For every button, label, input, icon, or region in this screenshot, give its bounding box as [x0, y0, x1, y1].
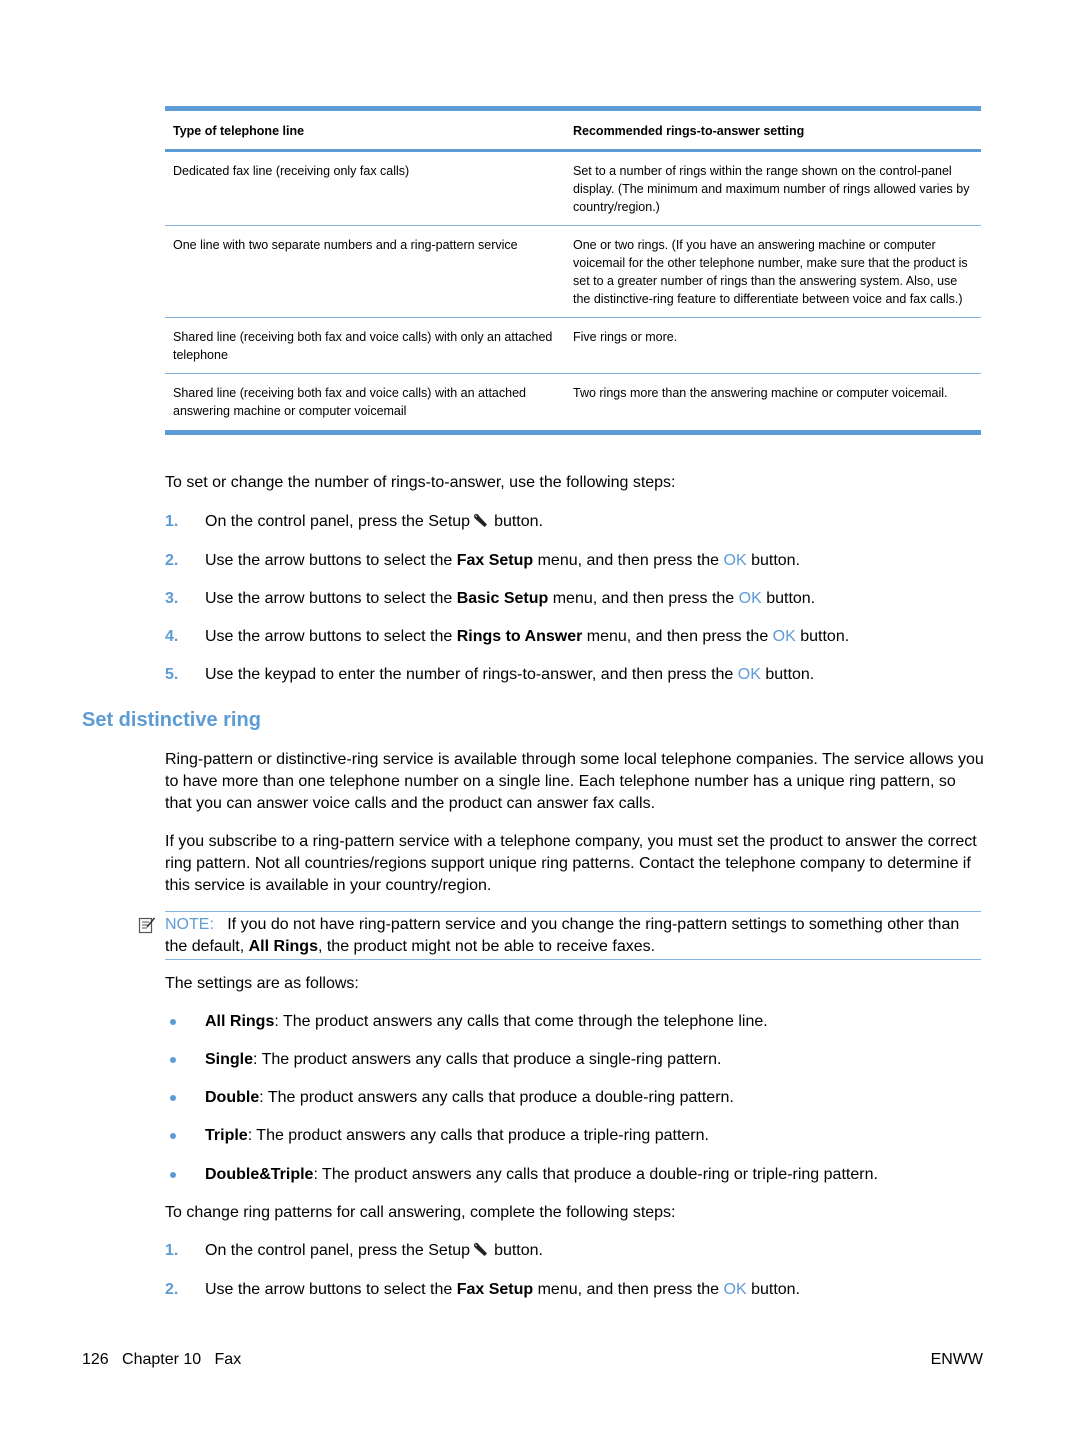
ok-label: OK: [738, 590, 762, 607]
bullet-icon: [165, 1087, 205, 1109]
footer-page-chapter: 126 Chapter 10 Fax: [82, 1351, 242, 1368]
rings-step: 4. Use the arrow buttons to select the R…: [165, 626, 985, 648]
setting-name: Double&Triple: [205, 1166, 314, 1183]
setting-desc: : The product answers any calls that pro…: [253, 1051, 722, 1068]
step-number: 2.: [165, 1281, 179, 1298]
menu-name: Rings to Answer: [456, 628, 583, 645]
table-header: Type of telephone line Recommended rings…: [165, 111, 981, 152]
ok-label: OK: [723, 1281, 747, 1298]
settings-intro: The settings are as follows:: [165, 975, 359, 992]
step-text-end: button.: [494, 513, 543, 530]
list-item: Single: The product answers any calls th…: [165, 1049, 985, 1071]
pattern-step: 1. On the control panel, press the Setup…: [165, 1240, 985, 1262]
step-text: Use the arrow buttons to select the: [205, 628, 457, 645]
section-title: Set distinctive ring: [82, 709, 261, 731]
step-text: button.: [746, 1281, 800, 1298]
menu-name: Fax Setup: [456, 1281, 534, 1298]
setting-desc: : The product answers any calls that com…: [274, 1013, 768, 1030]
step-text: button.: [795, 628, 850, 645]
step-number: 1.: [165, 1242, 179, 1259]
ok-label: OK: [772, 628, 796, 645]
setting-name: Triple: [205, 1127, 248, 1144]
cell-line-type: Dedicated fax line (receiving only fax c…: [173, 164, 410, 178]
step-number: 1.: [165, 513, 179, 530]
table-row: Shared line (receiving both fax and voic…: [165, 318, 981, 374]
step-text: On the control panel, press the Setup: [205, 1242, 471, 1259]
note-box: NOTE: If you do not have ring-pattern se…: [135, 911, 981, 960]
list-item: Double: The product answers any calls th…: [165, 1087, 985, 1109]
step-text: button.: [760, 666, 815, 683]
note-icon: [138, 917, 156, 934]
setting-name: Double: [205, 1089, 260, 1106]
step-text: menu, and then press the: [582, 628, 773, 645]
cell-setting: Set to a number of rings within the rang…: [573, 164, 970, 214]
wrench-icon: [474, 513, 488, 527]
pattern-step: 2. Use the arrow buttons to select the F…: [165, 1279, 985, 1301]
cell-setting: Five rings or more.: [573, 330, 678, 344]
step-text: Use the arrow buttons to select the: [205, 1281, 457, 1298]
step-text: button.: [746, 552, 800, 569]
menu-name: Fax Setup: [456, 552, 534, 569]
cell-setting: One or two rings. (If you have an answer…: [573, 238, 968, 306]
note-text: NOTE: If you do not have ring-pattern se…: [165, 911, 981, 960]
table-row: One line with two separate numbers and a…: [165, 226, 981, 318]
step-text: Use the keypad to enter the number of ri…: [205, 666, 738, 683]
step-number: 3.: [165, 590, 179, 607]
section-paragraph: Ring-pattern or distinctive-ring service…: [165, 751, 984, 812]
rings-step: 1. On the control panel, press the Setup…: [165, 511, 985, 533]
rings-step: 3. Use the arrow buttons to select the B…: [165, 588, 985, 610]
rings-step: 5. Use the keypad to enter the number of…: [165, 664, 985, 686]
cell-line-type: Shared line (receiving both fax and voic…: [173, 330, 553, 362]
ok-label: OK: [723, 552, 747, 569]
step-text: On the control panel, press the Setup: [205, 513, 471, 530]
step-text: menu, and then press the: [548, 590, 739, 607]
step-text: Use the arrow buttons to select the: [205, 552, 457, 569]
list-item: Triple: The product answers any calls th…: [165, 1125, 985, 1147]
step-text: menu, and then press the: [533, 1281, 724, 1298]
list-item: Double&Triple: The product answers any c…: [165, 1164, 985, 1186]
rings-table: Type of telephone line Recommended rings…: [165, 106, 981, 435]
header-line-type: Type of telephone line: [173, 124, 305, 138]
table-row: Dedicated fax line (receiving only fax c…: [165, 152, 981, 226]
setting-desc: : The product answers any calls that pro…: [259, 1089, 734, 1106]
section-paragraph: If you subscribe to a ring-pattern servi…: [165, 833, 977, 894]
step-text: button.: [761, 590, 816, 607]
step-text-end: button.: [494, 1242, 543, 1259]
step-number: 4.: [165, 628, 179, 645]
table-row: Shared line (receiving both fax and voic…: [165, 374, 981, 435]
setting-name: All Rings: [205, 1013, 275, 1030]
rings-intro: To set or change the number of rings-to-…: [165, 474, 676, 491]
bullet-icon: [165, 1011, 205, 1033]
setting-name: Single: [205, 1051, 254, 1068]
list-item: All Rings: The product answers any calls…: [165, 1011, 985, 1033]
step-text: Use the arrow buttons to select the: [205, 590, 457, 607]
note-label: NOTE:: [165, 916, 214, 933]
note-body-end: , the product might not be able to recei…: [317, 938, 656, 955]
header-setting: Recommended rings-to-answer setting: [573, 124, 805, 138]
bullet-icon: [165, 1164, 205, 1186]
setting-desc: : The product answers any calls that pro…: [247, 1127, 709, 1144]
bullet-icon: [165, 1125, 205, 1147]
footer-locale: ENWW: [930, 1351, 983, 1368]
step-number: 5.: [165, 666, 179, 683]
wrench-icon: [474, 1242, 488, 1256]
bullet-icon: [165, 1049, 205, 1071]
ok-label: OK: [737, 666, 761, 683]
cell-setting: Two rings more than the answering machin…: [573, 386, 948, 400]
step-number: 2.: [165, 552, 179, 569]
pattern-intro: To change ring patterns for call answeri…: [165, 1204, 676, 1221]
menu-name: Basic Setup: [456, 590, 549, 607]
setting-desc: : The product answers any calls that pro…: [313, 1166, 878, 1183]
rings-step: 2. Use the arrow buttons to select the F…: [165, 550, 985, 572]
note-default-setting: All Rings: [248, 938, 318, 955]
cell-line-type: One line with two separate numbers and a…: [173, 238, 518, 252]
cell-line-type: Shared line (receiving both fax and voic…: [173, 386, 526, 418]
step-text: menu, and then press the: [533, 552, 724, 569]
